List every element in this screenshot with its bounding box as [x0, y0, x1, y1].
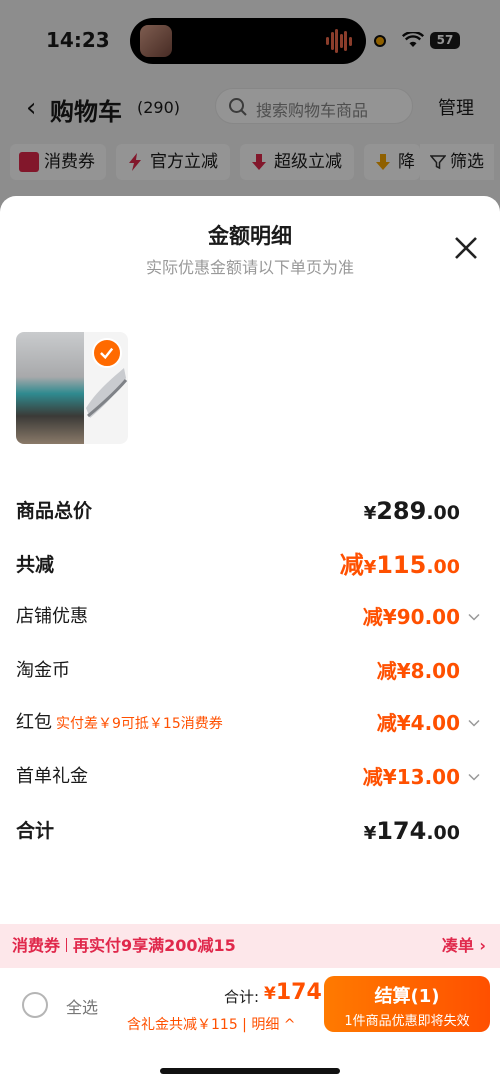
chevron-up-icon: ^ — [279, 1017, 296, 1033]
select-all-checkbox[interactable] — [22, 992, 48, 1018]
price-row-grand-total: 合计 ¥174.00 — [16, 816, 484, 846]
product-photo-model — [16, 332, 84, 444]
selected-check-icon[interactable] — [92, 338, 122, 368]
price-row-value: 减¥4.00 — [376, 711, 460, 735]
checkout-label: 结算(1) — [374, 986, 440, 1007]
checkout-button[interactable]: 结算(1) 1件商品优惠即将失效 — [324, 976, 490, 1032]
select-all-label[interactable]: 全选 — [66, 994, 98, 1018]
home-indicator[interactable] — [160, 1068, 340, 1074]
chevron-down-icon[interactable] — [468, 771, 480, 783]
price-row-label: 合计 — [16, 820, 55, 842]
price-row-value: 减¥115.00 — [339, 551, 460, 579]
chevron-down-icon[interactable] — [468, 611, 480, 623]
discount-detail-toggle[interactable]: 含礼金共减￥115 | 明细 ^ — [127, 1014, 296, 1034]
price-row-label: 首单礼金 — [16, 766, 88, 787]
total-amount: ¥174 — [264, 980, 322, 1005]
red-packet-note: 实付差￥9可抵￥15消费券 — [56, 716, 223, 732]
coupon-promo-bar[interactable]: 消费券 再实付9享满200减15 凑单 › — [0, 924, 500, 968]
price-row-label: 商品总价 — [16, 500, 93, 522]
checkout-bar: 全选 合计: ¥174 含礼金共减￥115 | 明细 ^ 结算(1) 1件商品优… — [0, 968, 500, 1087]
promo-text: 消费券 再实付9享满200减15 — [12, 936, 236, 955]
price-row-value: 减¥90.00 — [362, 605, 460, 629]
price-row-store-discount[interactable]: 店铺优惠 减¥90.00 — [16, 602, 484, 632]
price-row-total-discount: 共减 减¥115.00 — [16, 550, 484, 580]
total-label: 合计: — [224, 988, 260, 1006]
price-row-value: ¥174.00 — [363, 817, 460, 845]
sheet-title: 金额明细 — [208, 224, 292, 248]
close-icon[interactable] — [452, 234, 480, 262]
price-row-label: 共减 — [16, 554, 55, 576]
price-row-label: 店铺优惠 — [16, 606, 88, 627]
chevron-down-icon[interactable] — [468, 717, 480, 729]
price-detail-sheet: 金额明细 实际优惠金额请以下单页为准 商品总价 ¥289.00 共减 减¥115… — [0, 196, 500, 1087]
price-row-label: 红包 实付差￥9可抵￥15消费券 — [16, 712, 223, 733]
add-on-items-link[interactable]: 凑单 › — [442, 924, 486, 968]
price-row-value: 减¥8.00 — [376, 659, 460, 683]
sheet-subtitle: 实际优惠金额请以下单页为准 — [145, 258, 354, 277]
price-row-value: 减¥13.00 — [362, 765, 460, 789]
checkout-sublabel: 1件商品优惠即将失效 — [344, 1014, 470, 1029]
price-row-subtotal: 商品总价 ¥289.00 — [16, 496, 484, 526]
price-row-first-order-gift[interactable]: 首单礼金 减¥13.00 — [16, 762, 484, 792]
price-row-taojinbi: 淘金币 减¥8.00 — [16, 656, 484, 686]
price-row-value: ¥289.00 — [363, 497, 460, 525]
product-thumbnail[interactable] — [16, 332, 128, 444]
price-row-label: 淘金币 — [16, 660, 70, 681]
price-row-red-packet[interactable]: 红包 实付差￥9可抵￥15消费券 减¥4.00 — [16, 708, 484, 738]
